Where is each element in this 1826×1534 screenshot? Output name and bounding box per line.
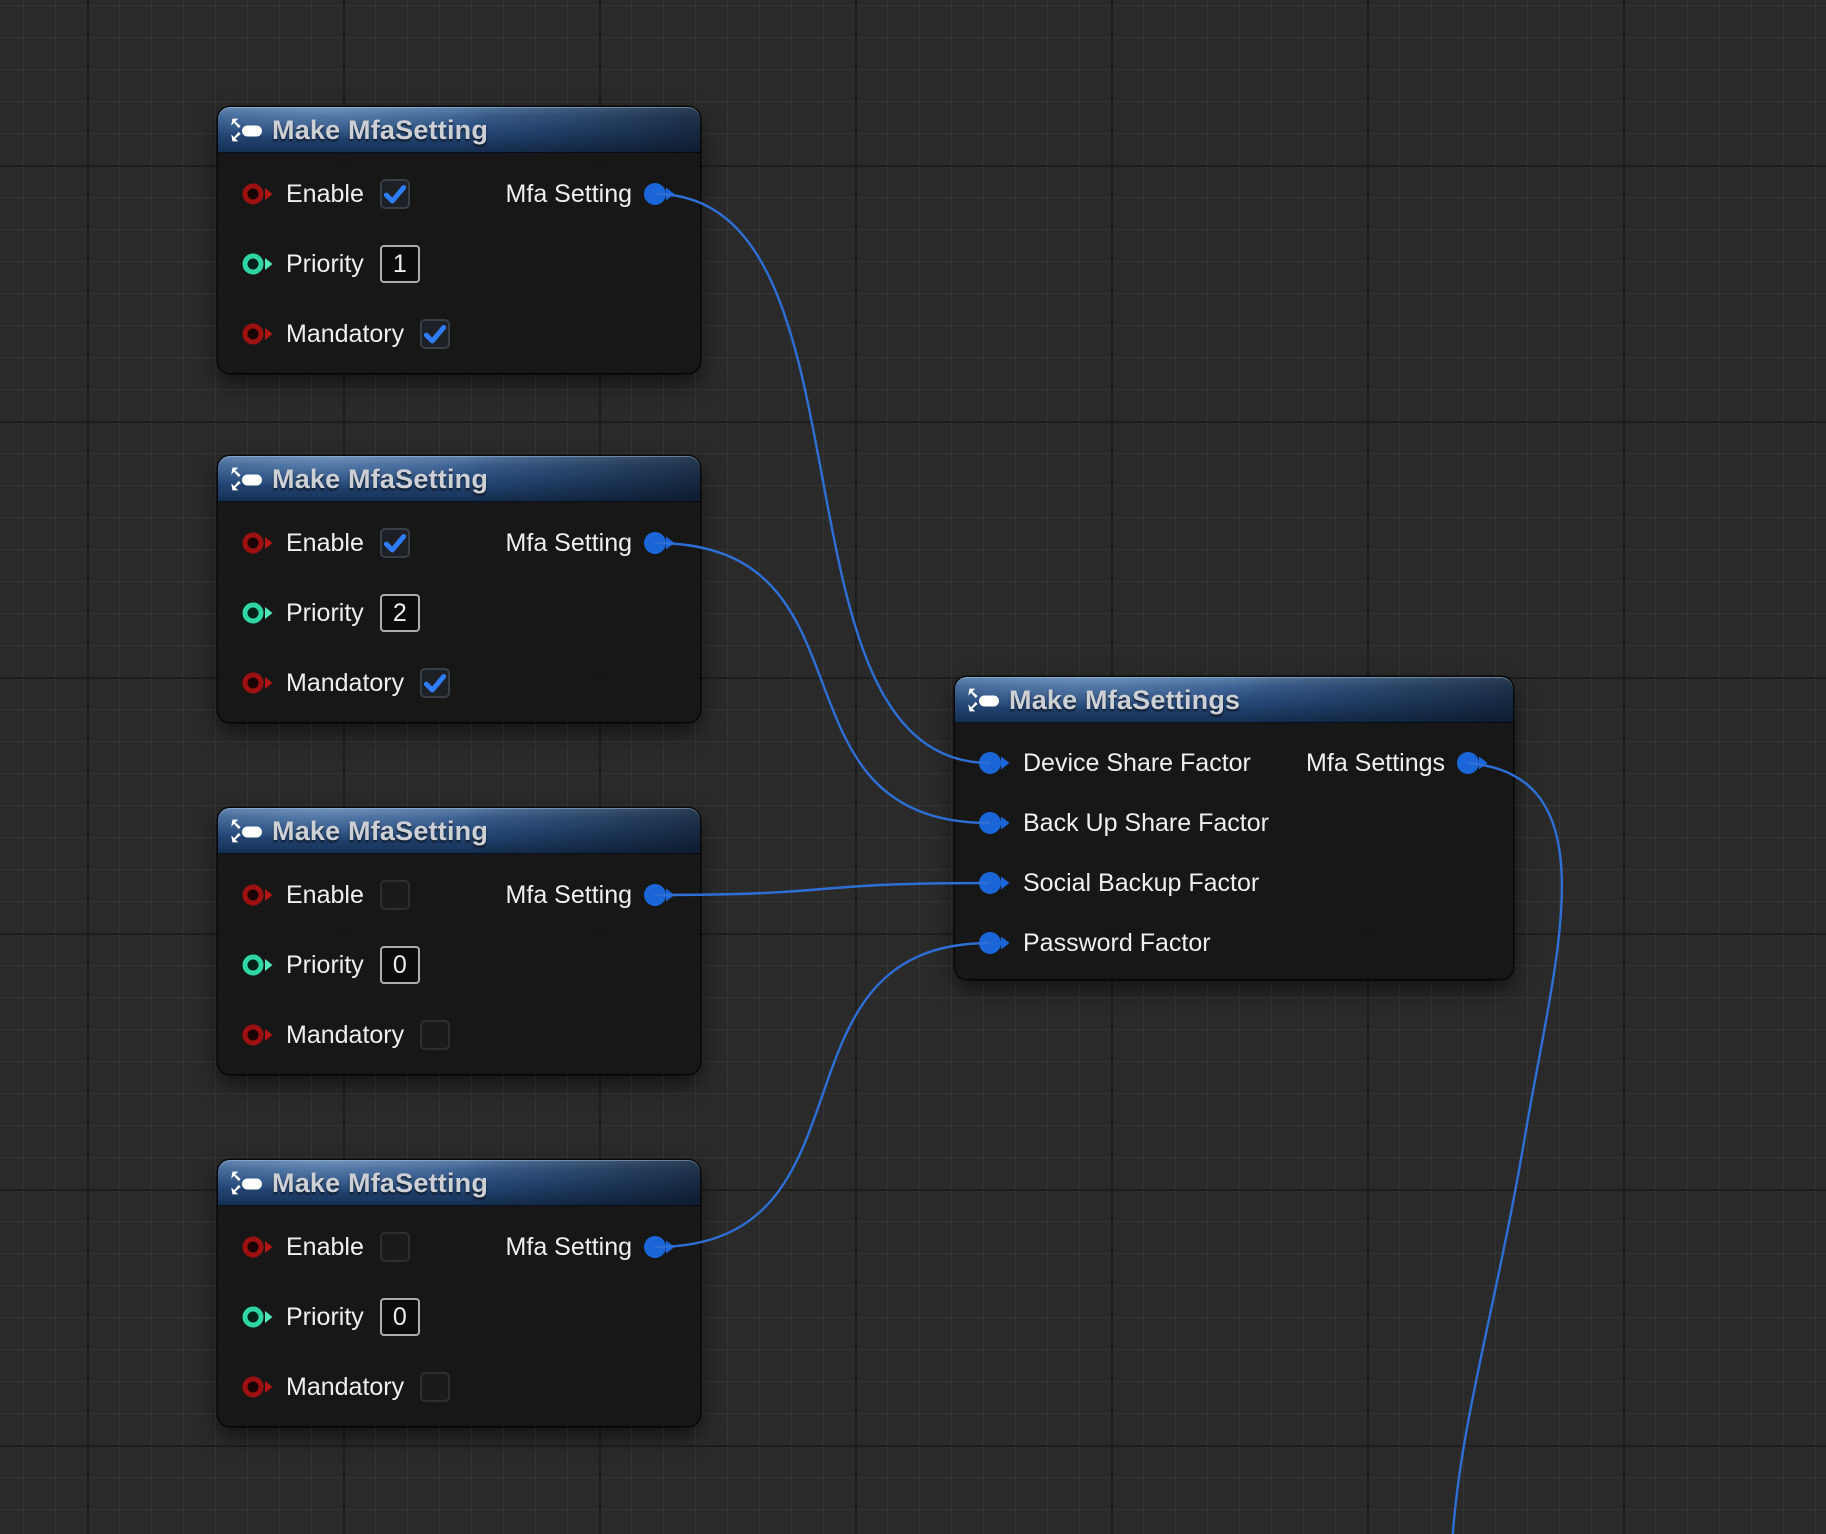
bool-pin-mandatory[interactable] bbox=[242, 1375, 274, 1399]
pin-label: Mfa Setting bbox=[506, 881, 632, 910]
pin-row: Social Backup Factor bbox=[955, 853, 1513, 913]
int-pin-priority[interactable] bbox=[242, 953, 274, 977]
node-header[interactable]: Make MfaSetting bbox=[218, 1160, 700, 1206]
bool-pin-enable[interactable] bbox=[242, 531, 274, 555]
make-struct-icon bbox=[967, 687, 1001, 713]
make-struct-icon bbox=[230, 466, 264, 492]
pin-label: Mfa Setting bbox=[506, 529, 632, 558]
pin-label: Enable bbox=[286, 529, 364, 558]
pin-label: Mandatory bbox=[286, 1373, 404, 1402]
priority-number-field[interactable]: 0 bbox=[380, 1298, 420, 1336]
pin-row: Enable Mfa Setting bbox=[218, 860, 700, 930]
pin-label: Mfa Settings bbox=[1306, 749, 1445, 778]
make-mfasetting-node-4[interactable]: Make MfaSetting Enable Mfa Setting Prior… bbox=[218, 1160, 700, 1426]
make-mfasetting-node-3[interactable]: Make MfaSetting Enable Mfa Setting Prior… bbox=[218, 808, 700, 1074]
pin-label: Priority bbox=[286, 1303, 364, 1332]
pin-label: Mfa Setting bbox=[506, 1233, 632, 1262]
pin-row: Mandatory bbox=[218, 648, 700, 718]
enable-checkbox[interactable] bbox=[380, 1232, 410, 1262]
make-mfasettings-node[interactable]: Make MfaSettings Device Share Factor Mfa… bbox=[955, 677, 1513, 979]
pin-row: Enable Mfa Setting bbox=[218, 159, 700, 229]
make-struct-icon bbox=[230, 117, 264, 143]
pin-label: Back Up Share Factor bbox=[1023, 809, 1269, 838]
pin-row: Enable Mfa Setting bbox=[218, 1212, 700, 1282]
priority-number-field[interactable]: 2 bbox=[380, 594, 420, 632]
mandatory-checkbox[interactable] bbox=[420, 668, 450, 698]
node-header[interactable]: Make MfaSetting bbox=[218, 456, 700, 502]
mandatory-checkbox[interactable] bbox=[420, 1372, 450, 1402]
make-mfasetting-node-2[interactable]: Make MfaSetting Enable Mfa Setting Prior… bbox=[218, 456, 700, 722]
pin-label: Mandatory bbox=[286, 320, 404, 349]
pin-label: Priority bbox=[286, 951, 364, 980]
pin-label: Mandatory bbox=[286, 669, 404, 698]
node-title: Make MfaSetting bbox=[272, 816, 488, 847]
pin-label: Priority bbox=[286, 599, 364, 628]
pin-row: Back Up Share Factor bbox=[955, 793, 1513, 853]
blueprint-canvas[interactable]: Make MfaSetting Enable Mfa Setting Prior… bbox=[0, 0, 1826, 1534]
wire-node4-to-password-factor[interactable] bbox=[655, 943, 990, 1247]
priority-number-field[interactable]: 0 bbox=[380, 946, 420, 984]
pin-row: Device Share Factor Mfa Settings bbox=[955, 733, 1513, 793]
pin-row: Mandatory bbox=[218, 299, 700, 369]
bool-pin-enable[interactable] bbox=[242, 883, 274, 907]
pin-row: Enable Mfa Setting bbox=[218, 508, 700, 578]
pin-label: Mandatory bbox=[286, 1021, 404, 1050]
make-struct-icon bbox=[230, 818, 264, 844]
pin-row: Priority 2 bbox=[218, 578, 700, 648]
pin-row: Password Factor bbox=[955, 913, 1513, 973]
pin-label: Device Share Factor bbox=[1023, 749, 1251, 778]
int-pin-priority[interactable] bbox=[242, 252, 274, 276]
wire-node2-to-back-up-share-factor[interactable] bbox=[655, 543, 990, 823]
node-title: Make MfaSettings bbox=[1009, 685, 1240, 716]
pin-row: Mandatory bbox=[218, 1352, 700, 1422]
priority-number-field[interactable]: 1 bbox=[380, 245, 420, 283]
mandatory-checkbox[interactable] bbox=[420, 319, 450, 349]
enable-checkbox[interactable] bbox=[380, 528, 410, 558]
pin-row: Priority 0 bbox=[218, 930, 700, 1000]
bool-pin-mandatory[interactable] bbox=[242, 322, 274, 346]
enable-checkbox[interactable] bbox=[380, 880, 410, 910]
node-title: Make MfaSetting bbox=[272, 1168, 488, 1199]
bool-pin-enable[interactable] bbox=[242, 1235, 274, 1259]
make-mfasetting-node-1[interactable]: Make MfaSetting Enable Mfa Setting Prior… bbox=[218, 107, 700, 373]
node-header[interactable]: Make MfaSetting bbox=[218, 808, 700, 854]
pin-label: Enable bbox=[286, 881, 364, 910]
pin-label: Enable bbox=[286, 180, 364, 209]
bool-pin-mandatory[interactable] bbox=[242, 1023, 274, 1047]
mandatory-checkbox[interactable] bbox=[420, 1020, 450, 1050]
node-title: Make MfaSetting bbox=[272, 464, 488, 495]
node-header[interactable]: Make MfaSetting bbox=[218, 107, 700, 153]
pin-row: Priority 0 bbox=[218, 1282, 700, 1352]
int-pin-priority[interactable] bbox=[242, 1305, 274, 1329]
pin-label: Priority bbox=[286, 250, 364, 279]
node-title: Make MfaSetting bbox=[272, 115, 488, 146]
wire-node1-to-device-share-factor[interactable] bbox=[655, 194, 990, 763]
enable-checkbox[interactable] bbox=[380, 179, 410, 209]
wire-node3-to-social-backup-factor[interactable] bbox=[655, 883, 990, 895]
pin-label: Enable bbox=[286, 1233, 364, 1262]
node-header[interactable]: Make MfaSettings bbox=[955, 677, 1513, 723]
int-pin-priority[interactable] bbox=[242, 601, 274, 625]
pin-label: Social Backup Factor bbox=[1023, 869, 1259, 898]
bool-pin-enable[interactable] bbox=[242, 182, 274, 206]
pin-row: Mandatory bbox=[218, 1000, 700, 1070]
bool-pin-mandatory[interactable] bbox=[242, 671, 274, 695]
make-struct-icon bbox=[230, 1170, 264, 1196]
pin-label: Mfa Setting bbox=[506, 180, 632, 209]
pin-row: Priority 1 bbox=[218, 229, 700, 299]
pin-label: Password Factor bbox=[1023, 929, 1211, 958]
